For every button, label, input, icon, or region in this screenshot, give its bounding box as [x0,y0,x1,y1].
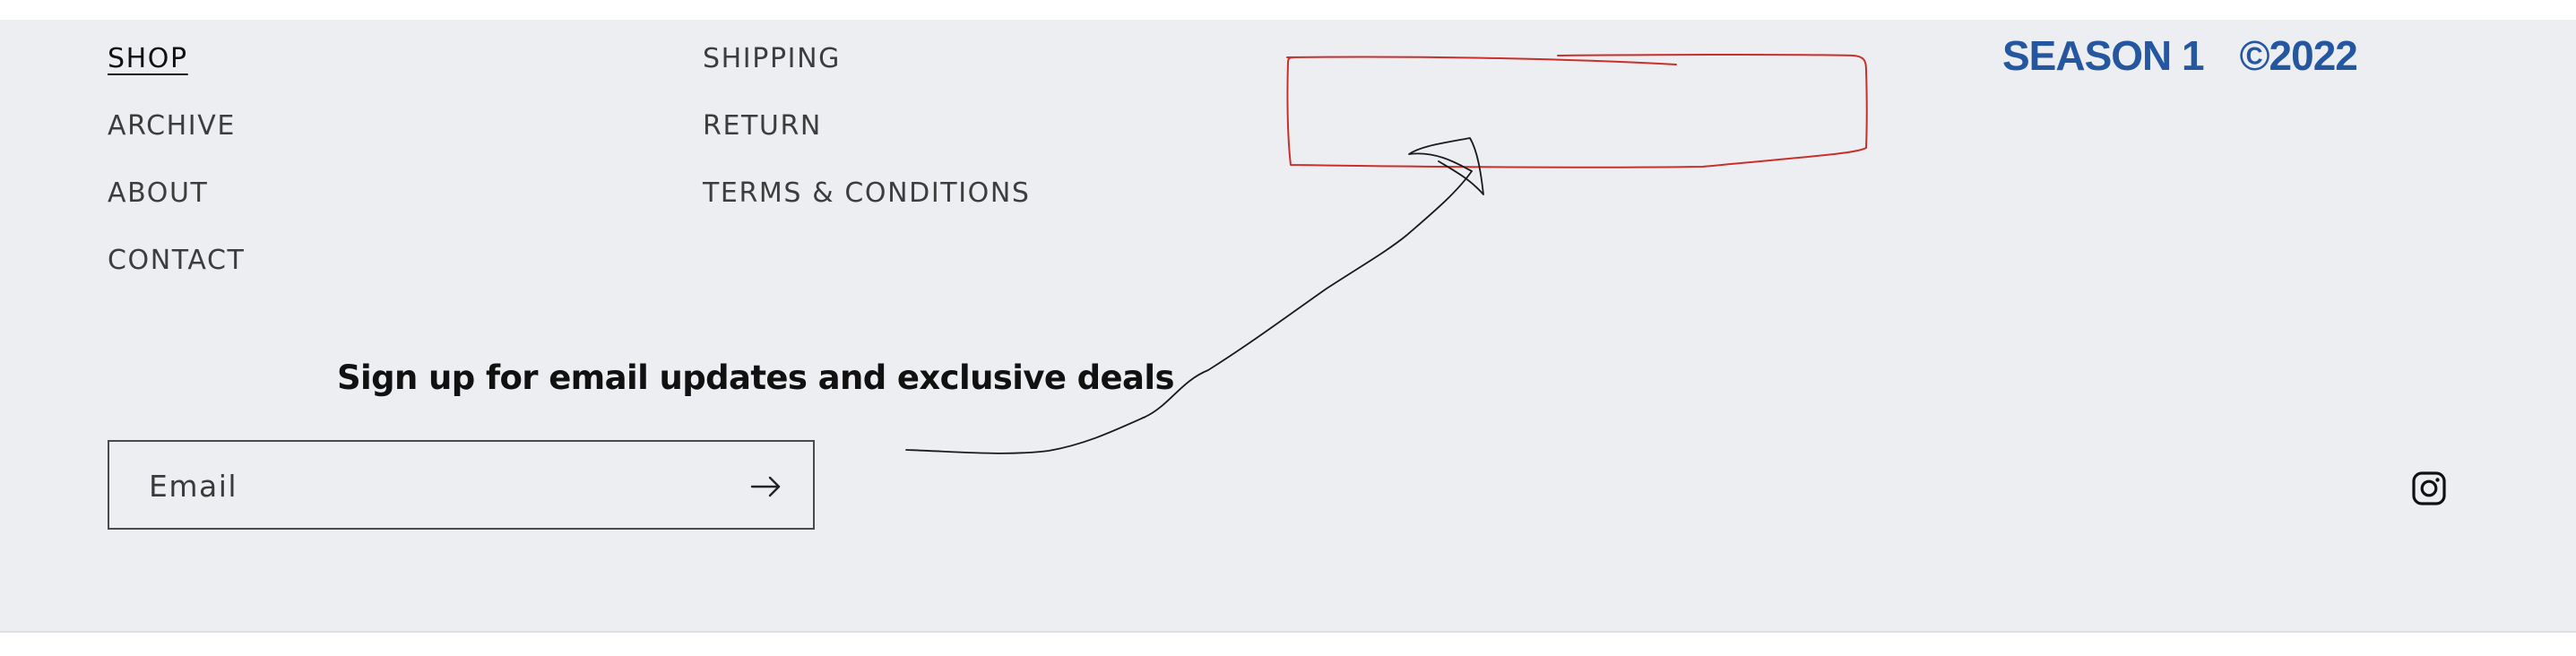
footer-link-shipping[interactable]: SHIPPING [703,43,841,75]
footer-link-terms[interactable]: TERMS & CONDITIONS [703,177,1031,210]
footer-link-shop[interactable]: SHOP [108,43,188,75]
newsletter-heading: Sign up for email updates and exclusive … [337,358,1174,397]
footer-link-archive[interactable]: ARCHIVE [108,110,236,142]
arrow-right-icon [750,476,781,497]
email-input[interactable] [149,463,722,508]
instagram-icon [2412,471,2446,505]
instagram-link[interactable] [2411,470,2447,506]
footer-link-return[interactable]: RETURN [703,110,822,142]
newsletter-submit-button[interactable] [745,465,788,508]
season-copyright: SEASON 1 ©2022 [2002,32,2358,79]
season-label: SEASON 1 [2002,32,2205,79]
footer-divider [0,631,2576,633]
footer-link-about[interactable]: ABOUT [108,177,208,210]
newsletter-form [108,440,815,530]
footer-link-contact[interactable]: CONTACT [108,245,245,277]
site-footer [0,20,2576,632]
copyright-label: ©2022 [2239,32,2358,79]
